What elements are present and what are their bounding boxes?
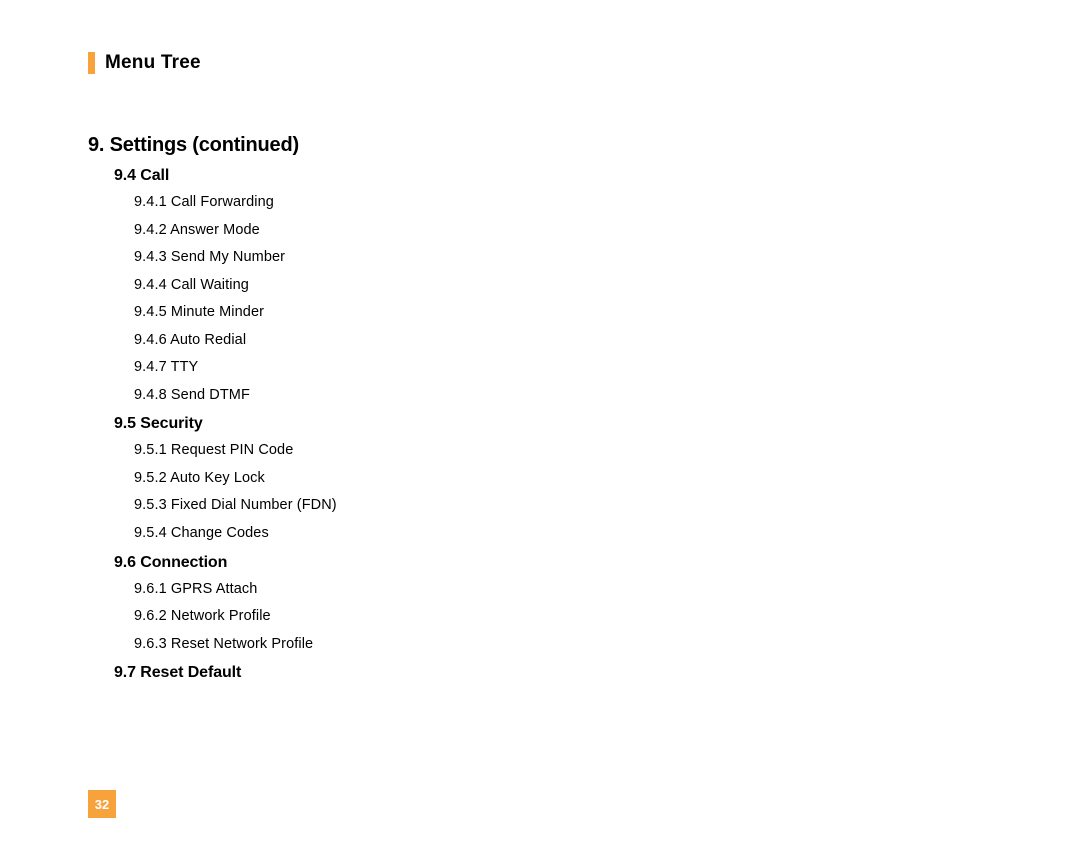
subsection-title: 9.4 Call (114, 167, 992, 185)
subsection-items: 9.6.1 GPRS Attach 9.6.2 Network Profile … (134, 576, 992, 659)
subsection-reset-default: 9.7 Reset Default (114, 664, 992, 682)
list-item: 9.4.6 Auto Redial (134, 327, 992, 355)
page: Menu Tree 9. Settings (continued) 9.4 Ca… (0, 0, 1080, 864)
list-item: 9.5.3 Fixed Dial Number (FDN) (134, 492, 992, 520)
list-item: 9.4.8 Send DTMF (134, 382, 992, 410)
subsection-items: 9.5.1 Request PIN Code 9.5.2 Auto Key Lo… (134, 437, 992, 547)
subsection-items: 9.4.1 Call Forwarding 9.4.2 Answer Mode … (134, 189, 992, 409)
list-item: 9.4.1 Call Forwarding (134, 189, 992, 217)
page-number: 32 (88, 790, 116, 818)
list-item: 9.6.3 Reset Network Profile (134, 631, 992, 659)
list-item: 9.6.2 Network Profile (134, 603, 992, 631)
list-item: 9.5.2 Auto Key Lock (134, 465, 992, 493)
list-item: 9.4.5 Minute Minder (134, 299, 992, 327)
list-item: 9.4.7 TTY (134, 354, 992, 382)
subsection-security: 9.5 Security 9.5.1 Request PIN Code 9.5.… (114, 415, 992, 547)
page-title: Menu Tree (105, 52, 201, 74)
list-item: 9.4.4 Call Waiting (134, 272, 992, 300)
list-item: 9.5.1 Request PIN Code (134, 437, 992, 465)
subsection-title: 9.6 Connection (114, 554, 992, 572)
list-item: 9.4.3 Send My Number (134, 244, 992, 272)
list-item: 9.4.2 Answer Mode (134, 217, 992, 245)
subsection-title: 9.7 Reset Default (114, 664, 992, 682)
subsection-call: 9.4 Call 9.4.1 Call Forwarding 9.4.2 Ans… (114, 167, 992, 409)
page-header: Menu Tree (88, 52, 992, 74)
header-accent-bar (88, 52, 95, 74)
list-item: 9.5.4 Change Codes (134, 520, 992, 548)
section-title: 9. Settings (continued) (88, 134, 992, 157)
subsection-connection: 9.6 Connection 9.6.1 GPRS Attach 9.6.2 N… (114, 554, 992, 659)
subsection-title: 9.5 Security (114, 415, 992, 433)
list-item: 9.6.1 GPRS Attach (134, 576, 992, 604)
